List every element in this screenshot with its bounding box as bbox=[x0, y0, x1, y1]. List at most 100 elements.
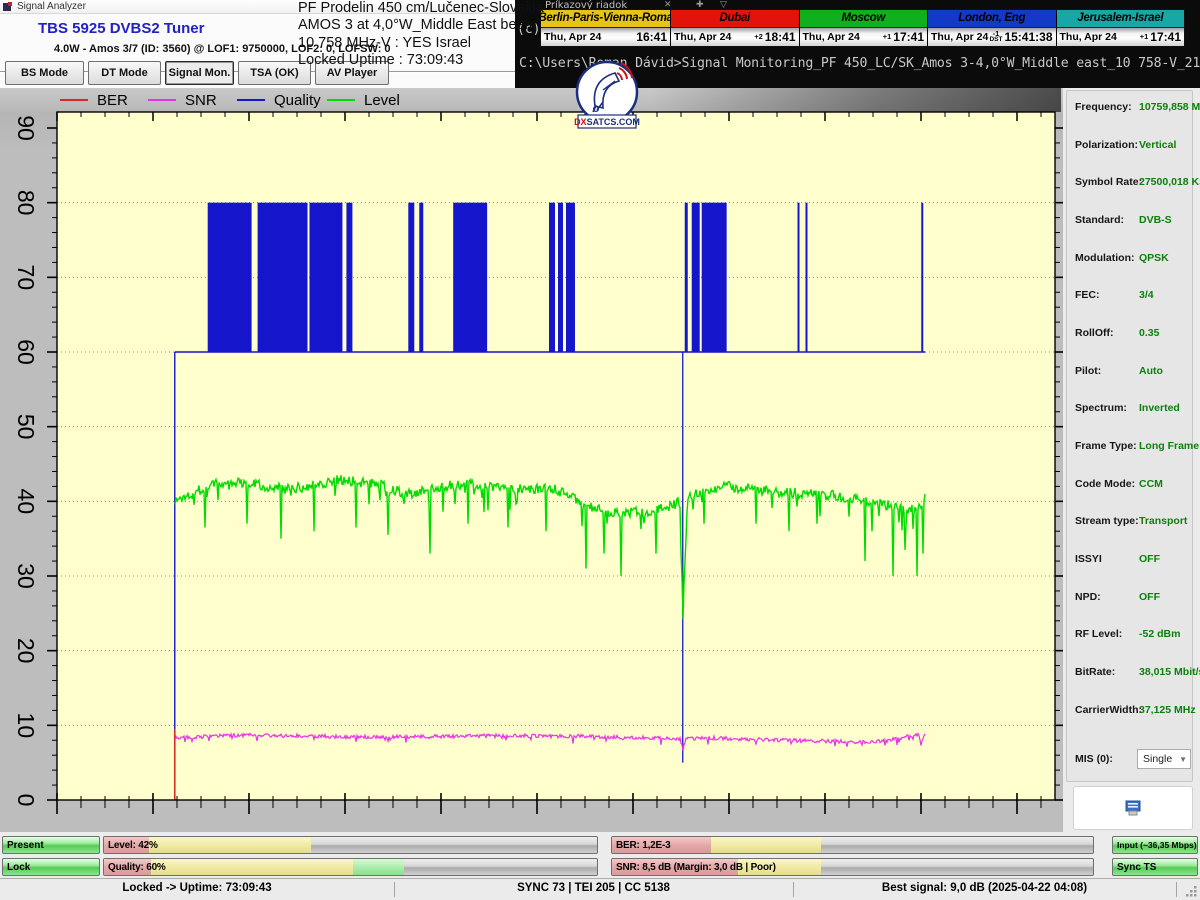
param-label: NPD: bbox=[1075, 591, 1101, 603]
clock-time: 17:41 bbox=[1150, 30, 1181, 44]
quality-meter: Quality: 60% bbox=[103, 858, 598, 876]
ber-meter: BER: 1,2E-3 bbox=[611, 836, 1094, 854]
svg-text:20: 20 bbox=[13, 638, 39, 664]
ber-line-swatch bbox=[60, 99, 88, 101]
save-button[interactable] bbox=[1073, 786, 1193, 830]
snr-meter: SNR: 8,5 dB (Margin: 3,0 dB | Poor) bbox=[611, 858, 1094, 876]
tab-signal-mon[interactable]: Signal Mon. bbox=[165, 61, 234, 85]
world-clock-widget[interactable]: Berlin-Paris-Vienna-Roma Thu, Apr 24 16:… bbox=[540, 9, 1185, 47]
param-label: Spectrum: bbox=[1075, 402, 1127, 414]
svg-text:30: 30 bbox=[13, 563, 39, 589]
svg-text:10: 10 bbox=[13, 713, 39, 739]
clock-city-label: Moscow bbox=[800, 10, 928, 28]
present-indicator: Present bbox=[2, 836, 100, 854]
param-label: Standard: bbox=[1075, 214, 1124, 226]
param-label: Modulation: bbox=[1075, 252, 1134, 264]
quality-line-swatch bbox=[237, 99, 265, 101]
clock-moscow: Moscow Thu, Apr 24 +1 17:41 bbox=[800, 10, 928, 46]
save-icon bbox=[1124, 800, 1142, 816]
tab-bs-mode[interactable]: BS Mode bbox=[5, 61, 84, 85]
status-best-signal: Best signal: 9,0 dB (2025-04-22 04:08) bbox=[793, 882, 1176, 894]
tab-dt-mode[interactable]: DT Mode bbox=[88, 61, 161, 85]
clock-city-label: Berlin-Paris-Vienna-Roma bbox=[541, 10, 670, 28]
param-value: Vertical bbox=[1139, 139, 1176, 151]
transponder-parameters-panel: Frequency: 10759,858 MHz Polarization:Ver… bbox=[1063, 88, 1200, 832]
note-line-2: AMOS 3 at 4,0°W_Middle East beam bbox=[298, 17, 516, 34]
chevron-down-icon: ▼ bbox=[1179, 755, 1187, 764]
svg-text:DXSATCS.COM: DXSATCS.COM bbox=[574, 117, 640, 127]
param-label: FEC: bbox=[1075, 289, 1100, 301]
svg-text:50: 50 bbox=[13, 414, 39, 440]
param-value: -52 dBm bbox=[1139, 628, 1180, 640]
svg-text:70: 70 bbox=[13, 265, 39, 291]
input-bitrate-indicator: Input (~36,35 Mbps) bbox=[1112, 836, 1198, 854]
status-sync-counters: SYNC 73 | TEI 205 | CC 5138 bbox=[394, 882, 793, 894]
tuner-name: TBS 5925 DVBS2 Tuner bbox=[38, 20, 204, 37]
param-value: QPSK bbox=[1139, 252, 1169, 264]
clock-city-label: Dubai bbox=[671, 10, 799, 28]
param-label: Polarization: bbox=[1075, 139, 1138, 151]
clock-time: 18:41 bbox=[765, 30, 796, 44]
note-line-3: 10 758 MHz-V : YES Israel bbox=[298, 35, 516, 52]
dxsatcs-logo: DXSATCS.COM bbox=[573, 60, 641, 134]
param-value: 0.35 bbox=[1139, 327, 1159, 339]
param-label: Symbol Rate: bbox=[1075, 176, 1142, 188]
param-label: Frequency: bbox=[1075, 101, 1132, 113]
svg-text:0: 0 bbox=[13, 794, 39, 807]
note-line-4: Locked Uptime : 73:09:43 bbox=[298, 52, 516, 69]
param-label: ISSYI bbox=[1075, 553, 1102, 565]
clock-time: 17:41 bbox=[893, 30, 924, 44]
param-value: DVB-S bbox=[1139, 214, 1172, 226]
param-label: RF Level: bbox=[1075, 628, 1122, 640]
param-value: 38,015 Mbit/s bbox=[1139, 666, 1200, 678]
param-value: Auto bbox=[1139, 365, 1163, 377]
lock-indicator: Lock bbox=[2, 858, 100, 876]
param-label: Frame Type: bbox=[1075, 440, 1137, 452]
clock-dubai: Dubai Thu, Apr 24 +2 18:41 bbox=[671, 10, 799, 46]
signal-chart: 9080706050403020100 bbox=[0, 88, 1078, 832]
snr-line-swatch bbox=[148, 99, 176, 101]
status-uptime: Locked -> Uptime: 73:09:43 bbox=[0, 882, 394, 894]
legend-item-ber: BER bbox=[60, 92, 128, 108]
clock-time: 15:41:38 bbox=[1004, 30, 1052, 44]
param-label: Code Mode: bbox=[1075, 478, 1135, 490]
param-label: BitRate: bbox=[1075, 666, 1115, 678]
svg-text:40: 40 bbox=[13, 489, 39, 515]
resize-grip[interactable] bbox=[1185, 885, 1198, 898]
clock-city-label: Jerusalem-Israel bbox=[1057, 10, 1185, 28]
status-bar: Locked -> Uptime: 73:09:43 SYNC 73 | TEI… bbox=[0, 878, 1200, 900]
window-title: Signal Analyzer bbox=[17, 1, 86, 12]
clock-jerusalem: Jerusalem-Israel Thu, Apr 24 +1 17:41 bbox=[1057, 10, 1185, 46]
clock-date: Thu, Apr 24 bbox=[803, 31, 860, 43]
mis-label: MIS (0): bbox=[1075, 753, 1113, 765]
app-icon bbox=[3, 2, 13, 12]
svg-text:90: 90 bbox=[13, 115, 39, 141]
note-line-1: PF Prodelin 450 cm/Lučenec-Slovakia bbox=[298, 0, 516, 17]
clock-date: Thu, Apr 24 bbox=[674, 31, 731, 43]
clock-city-label: London, Eng bbox=[928, 10, 1056, 28]
param-label: Stream type: bbox=[1075, 515, 1139, 527]
param-value: Long Frame bbox=[1139, 440, 1199, 452]
param-label: CarrierWidth: bbox=[1075, 704, 1142, 716]
param-value: Inverted bbox=[1139, 402, 1180, 414]
legend-item-quality: Quality bbox=[237, 92, 321, 108]
param-value: OFF bbox=[1139, 591, 1160, 603]
legend-item-level: Level bbox=[327, 92, 400, 108]
param-value: CCM bbox=[1139, 478, 1163, 490]
annotation-notes: PF Prodelin 450 cm/Lučenec-Slovakia AMOS… bbox=[298, 0, 516, 70]
clock-berlin: Berlin-Paris-Vienna-Roma Thu, Apr 24 16:… bbox=[541, 10, 670, 46]
param-value: 3/4 bbox=[1139, 289, 1154, 301]
param-value: 10759,858 MHz bbox=[1139, 101, 1200, 113]
clock-time: 16:41 bbox=[636, 30, 667, 44]
mis-select[interactable]: Single ▼ bbox=[1137, 749, 1191, 769]
param-value: OFF bbox=[1139, 553, 1160, 565]
param-value: 27500,018 KS/s bbox=[1139, 176, 1200, 188]
param-value: 37,125 MHz bbox=[1139, 704, 1196, 716]
clock-london: London, Eng Thu, Apr 24 -1DST 15:41:38 bbox=[928, 10, 1056, 46]
signal-monitor-chart-panel: 9080706050403020100 BER SNR Quality Leve… bbox=[0, 88, 1078, 832]
param-value: Transport bbox=[1139, 515, 1187, 527]
clock-date: Thu, Apr 24 bbox=[544, 31, 601, 43]
legend-item-snr: SNR bbox=[148, 92, 217, 108]
param-label: Pilot: bbox=[1075, 365, 1101, 377]
clock-date: Thu, Apr 24 bbox=[931, 31, 988, 43]
